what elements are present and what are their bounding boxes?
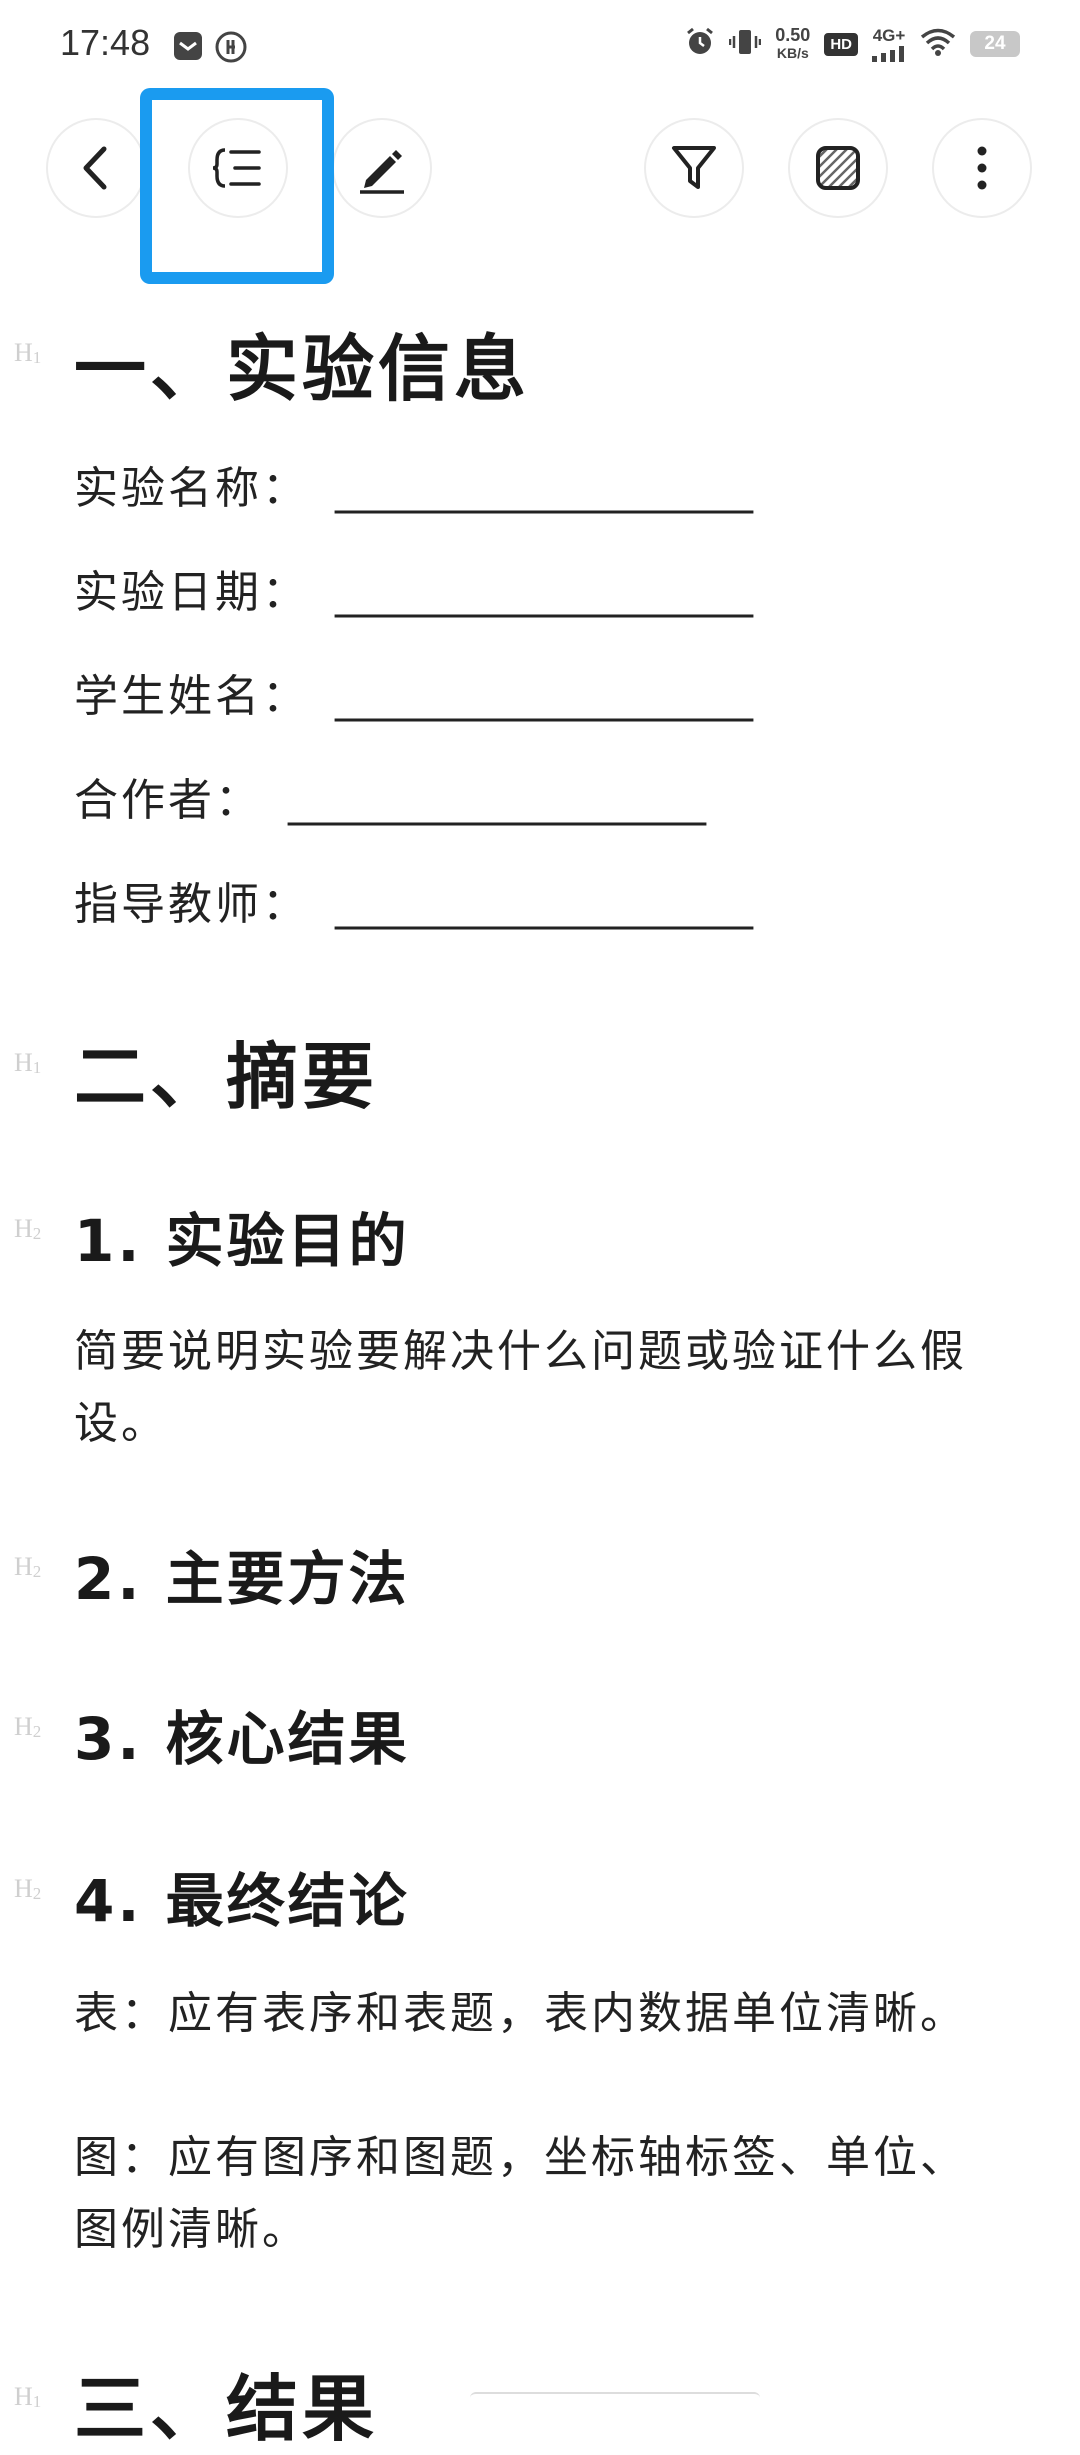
heading-main-methods: 2. 主要方法 [74,1545,410,1613]
theme-button[interactable] [788,118,888,218]
heading-final-conclusion: 4. 最终结论 [74,1867,410,1935]
more-button[interactable] [932,118,1032,218]
h1-marker: H1 [14,1048,42,1077]
h2-marker: H2 [14,1214,42,1243]
network-speed: 0.50 KB/s [775,26,810,62]
heading-experiment-purpose: 1. 实验目的 [74,1207,410,1275]
h1-marker: H1 [14,2382,42,2411]
field-experiment-name[interactable]: 实验名称： ___________________ [74,452,753,516]
field-student-name[interactable]: 学生姓名： ___________________ [74,660,753,724]
heading-results: 三、结果 [74,2367,379,2451]
more-vertical-icon [977,146,987,190]
network-type: 4G+ [872,26,906,45]
outline-button-highlight [140,88,334,284]
h2-marker: H2 [14,1874,42,1903]
status-time: 17:48 [60,22,151,63]
heading-abstract: 二、摘要 [74,1035,379,1119]
back-button[interactable] [46,118,146,218]
field-collaborator[interactable]: 合作者： ___________________ [74,764,706,828]
paragraph-figure-rule: 图：应有图序和图题，坐标轴标签、单位、图例清晰。 [74,2132,967,2255]
signal-bars-icon [872,46,904,62]
hatched-square-icon [816,146,860,190]
h2-marker: H2 [14,1712,42,1741]
heading-core-results: 3. 核心结果 [74,1705,410,1773]
cellular-signal: 4G+ [872,26,906,62]
paragraph-purpose: 简要说明实验要解决什么问题或验证什么假设。 [74,1326,967,1449]
field-instructor[interactable]: 指导教师： ___________________ [74,868,753,932]
hd-badge: HD [824,32,858,56]
field-experiment-date[interactable]: 实验日期： ___________________ [74,556,753,620]
heading-experiment-info: 一、实验信息 [74,327,531,411]
filter-button[interactable] [644,118,744,218]
wifi-icon [920,28,956,60]
status-bar: 17:48 0.50 KB/s HD 4G+ 24 [0,0,1080,100]
filter-icon [672,146,716,189]
edit-button[interactable] [332,118,432,218]
paragraph-table-rule: 表：应有表序和表题，表内数据单位清晰。 [74,1988,967,2039]
network-speed-unit: KB/s [776,45,809,61]
pencil-icon [360,150,404,194]
alarm-icon [685,27,715,61]
network-speed-value: 0.50 [775,25,811,45]
h1-marker: H1 [14,338,42,367]
battery-indicator: 24 [970,31,1020,57]
h2-marker: H2 [14,1552,42,1581]
chevron-left-icon [83,146,107,190]
vibrate-icon [729,27,762,61]
notification-app-icon [172,30,204,66]
notification-circle-icon [214,30,248,68]
battery-level: 24 [984,33,1006,54]
